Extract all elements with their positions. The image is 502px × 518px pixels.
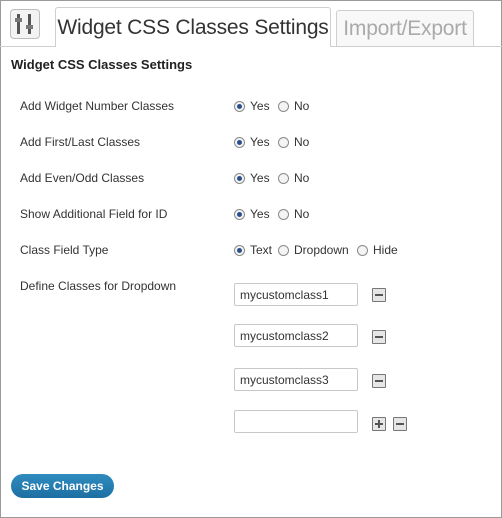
class-input-2[interactable] bbox=[234, 324, 358, 347]
radio-additional-id-no[interactable]: No bbox=[278, 207, 309, 221]
setting-label-even-odd: Add Even/Odd Classes bbox=[20, 171, 145, 185]
radio-button[interactable] bbox=[278, 172, 289, 184]
radio-widget-number-yes[interactable]: Yes bbox=[234, 99, 270, 113]
radio-button-checked[interactable] bbox=[234, 244, 245, 256]
radio-button-checked[interactable] bbox=[234, 172, 245, 184]
radio-widget-number-no[interactable]: No bbox=[278, 99, 309, 113]
radio-button[interactable] bbox=[278, 136, 289, 148]
radio-first-last-no[interactable]: No bbox=[278, 135, 309, 149]
radio-even-odd-no[interactable]: No bbox=[278, 171, 309, 185]
setting-label-widget-number: Add Widget Number Classes bbox=[20, 99, 175, 113]
setting-label-class-field-type: Class Field Type bbox=[20, 243, 109, 257]
tab-widget-css-classes-settings[interactable]: Widget CSS Classes Settings bbox=[55, 7, 331, 47]
settings-panel bbox=[0, 0, 502, 518]
radio-label: Yes bbox=[250, 171, 270, 185]
radio-label: No bbox=[294, 207, 310, 221]
radio-button-checked[interactable] bbox=[234, 136, 245, 148]
remove-class-1-button[interactable] bbox=[372, 288, 386, 302]
tab-import-export[interactable]: Import/Export bbox=[336, 10, 474, 46]
remove-class-3-button[interactable] bbox=[372, 374, 386, 388]
class-input-3[interactable] bbox=[234, 368, 358, 391]
radio-button[interactable] bbox=[278, 100, 289, 112]
radio-label: Dropdown bbox=[294, 243, 349, 257]
add-class-button[interactable] bbox=[372, 417, 386, 431]
radio-field-type-hide[interactable]: Hide bbox=[357, 243, 398, 257]
radio-label: Text bbox=[250, 243, 273, 257]
remove-class-2-button[interactable] bbox=[372, 330, 386, 344]
setting-label-additional-id: Show Additional Field for ID bbox=[20, 207, 168, 221]
radio-button-checked[interactable] bbox=[234, 100, 245, 112]
radio-label: No bbox=[294, 135, 310, 149]
radio-label: No bbox=[294, 99, 310, 113]
radio-additional-id-yes[interactable]: Yes bbox=[234, 207, 270, 221]
radio-label: Yes bbox=[250, 135, 270, 149]
setting-label-first-last: Add First/Last Classes bbox=[20, 135, 141, 149]
setting-label-dropdown-classes: Define Classes for Dropdown bbox=[20, 279, 177, 293]
radio-button-checked[interactable] bbox=[234, 208, 245, 220]
radio-label: Yes bbox=[250, 207, 270, 221]
radio-label: Yes bbox=[250, 99, 270, 113]
radio-even-odd-yes[interactable]: Yes bbox=[234, 171, 270, 185]
remove-class-new-button[interactable] bbox=[393, 417, 407, 431]
radio-first-last-yes[interactable]: Yes bbox=[234, 135, 270, 149]
radio-label: No bbox=[294, 171, 310, 185]
radio-field-type-text[interactable]: Text bbox=[234, 243, 272, 257]
section-title: Widget CSS Classes Settings bbox=[11, 57, 193, 72]
radio-button[interactable] bbox=[278, 208, 289, 220]
save-changes-button[interactable]: Save Changes bbox=[11, 474, 114, 498]
settings-page-icon bbox=[10, 9, 40, 39]
class-input-new[interactable] bbox=[234, 410, 358, 433]
radio-field-type-dropdown[interactable]: Dropdown bbox=[278, 243, 349, 257]
radio-button[interactable] bbox=[278, 244, 289, 256]
radio-button[interactable] bbox=[357, 244, 368, 256]
tab-bar: Widget CSS Classes Settings Import/Expor… bbox=[0, 0, 502, 47]
radio-label: Hide bbox=[373, 243, 398, 257]
class-input-1[interactable] bbox=[234, 283, 358, 306]
